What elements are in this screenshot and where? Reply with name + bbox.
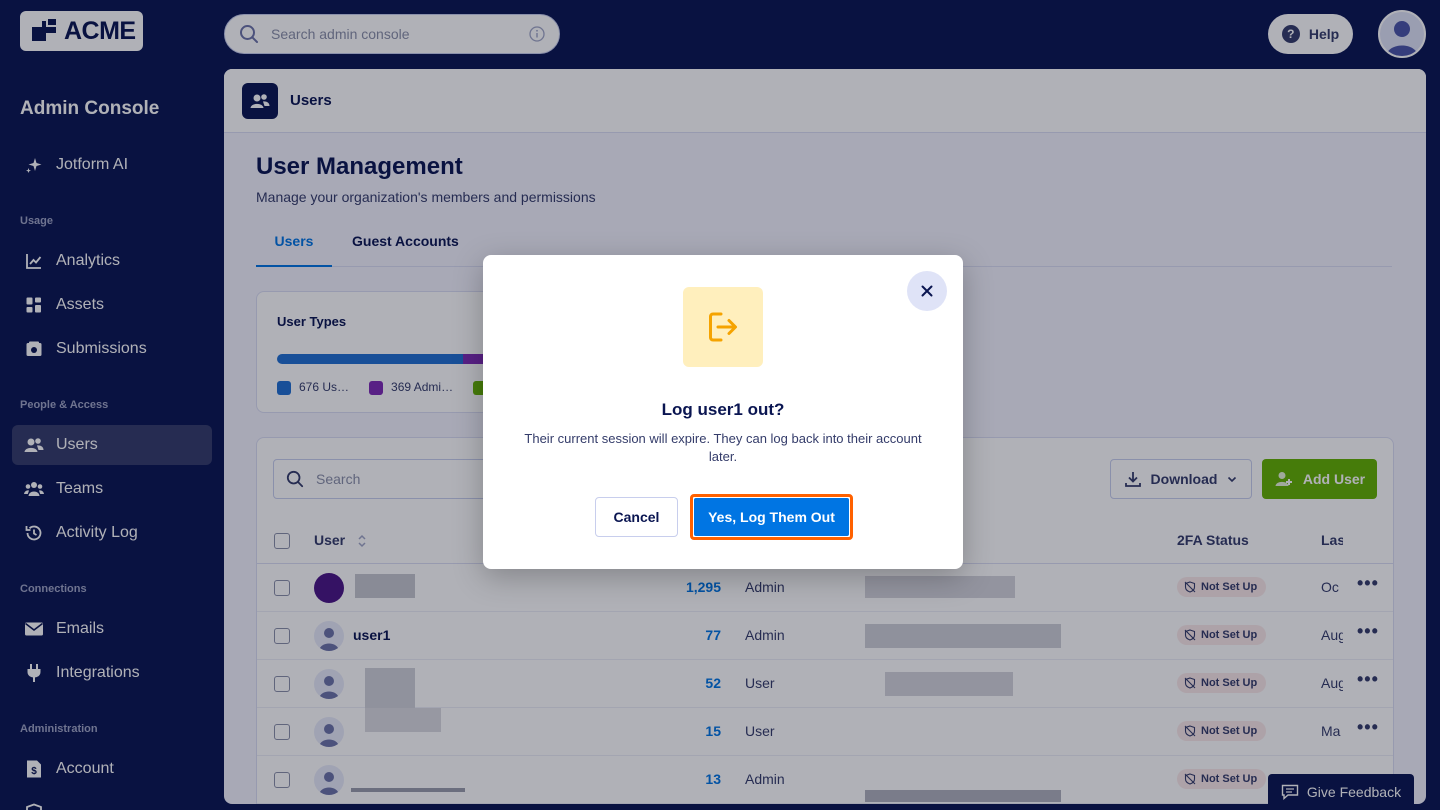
modal-body: Their current session will expire. They …: [524, 431, 922, 464]
confirm-logout-button[interactable]: Yes, Log Them Out: [694, 498, 849, 536]
logout-icon-container: [683, 287, 763, 367]
cancel-button[interactable]: Cancel: [595, 497, 678, 537]
logout-confirm-modal: Log user1 out? Their current session wil…: [483, 255, 963, 569]
logout-icon: [709, 312, 737, 342]
close-button[interactable]: [907, 271, 947, 311]
modal-title: Log user1 out?: [661, 400, 785, 419]
close-icon: [921, 285, 933, 297]
